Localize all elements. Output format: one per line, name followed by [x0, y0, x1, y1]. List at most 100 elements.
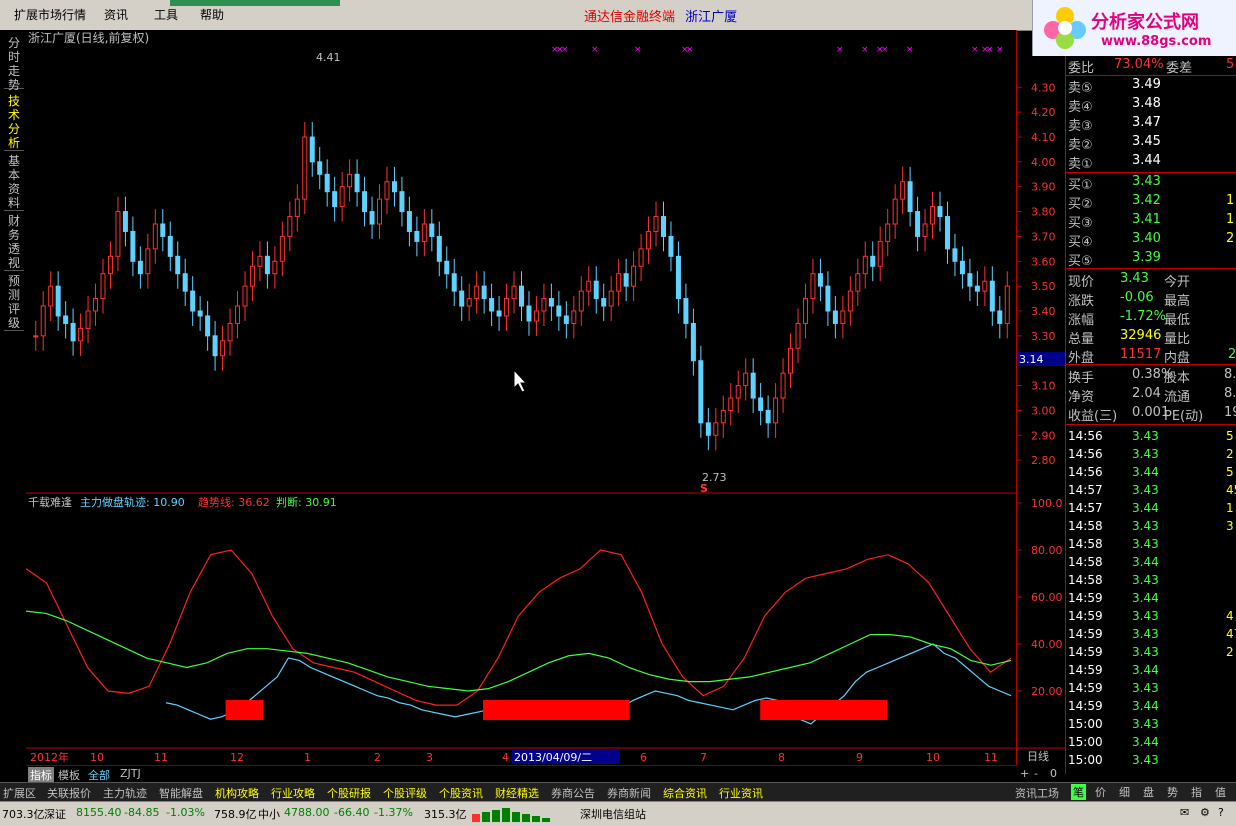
- stat-value: 3.43: [1120, 271, 1149, 286]
- quote-row: 买⑤ 3.39: [1066, 249, 1236, 269]
- right-bottom-tab[interactable]: 值: [1215, 784, 1226, 800]
- candle-body: [137, 260, 143, 275]
- candle-body: [735, 385, 741, 399]
- period-label[interactable]: 日线: [1027, 749, 1049, 763]
- candle-body: [937, 206, 943, 218]
- status-server: 深圳电信组站: [580, 808, 646, 821]
- mail-icon[interactable]: ✉: [1180, 806, 1189, 819]
- tick-volume: 3: [1226, 519, 1234, 533]
- candle-body: [257, 255, 263, 267]
- candle-body: [601, 298, 607, 307]
- tab-all[interactable]: 全部: [88, 767, 110, 783]
- menu-news[interactable]: 资讯: [104, 6, 128, 23]
- price-tick: 3.60: [1031, 255, 1056, 268]
- settings-icon[interactable]: ⚙: [1200, 806, 1210, 819]
- right-bottom-tab[interactable]: 盘: [1143, 784, 1154, 800]
- category-tab[interactable]: 个股研报: [324, 785, 374, 801]
- category-tab[interactable]: 行业资讯: [716, 785, 766, 801]
- right-bottom-tab[interactable]: 价: [1095, 784, 1106, 800]
- tick-time: 14:59: [1068, 609, 1103, 623]
- candle-body: [391, 181, 397, 193]
- tick-time: 14:59: [1068, 645, 1103, 659]
- current-price-tag: 3.14: [1019, 353, 1044, 366]
- candle-body: [773, 397, 779, 424]
- status-sz-index: 8155.40: [76, 806, 122, 819]
- info-workshop[interactable]: 资讯工场: [1012, 785, 1062, 801]
- menu-tools[interactable]: 工具: [154, 6, 178, 23]
- tab-financials[interactable]: 财务透视: [4, 214, 24, 271]
- category-tab[interactable]: 个股评级: [380, 785, 430, 801]
- category-tab[interactable]: 财经精选: [492, 785, 542, 801]
- candle-body: [616, 273, 622, 292]
- stat-label2: 最高: [1164, 294, 1191, 309]
- stat2-value2: 8.7: [1224, 386, 1236, 401]
- tick-row: 14:56 3.43 2: [1066, 446, 1236, 464]
- right-bottom-tab[interactable]: 笔: [1071, 784, 1086, 800]
- buy-price: 3.43: [1132, 174, 1161, 189]
- quote-row: 卖③ 3.47: [1066, 114, 1236, 134]
- candle-body: [533, 310, 539, 322]
- right-bottom-tab[interactable]: 势: [1167, 784, 1178, 800]
- candle-body: [93, 298, 99, 312]
- stat-value2: 21: [1228, 347, 1236, 362]
- candle-body: [997, 310, 1003, 324]
- candle-body: [586, 280, 592, 292]
- candle-body: [332, 191, 338, 208]
- quote-row: 总量 32946 量比: [1066, 327, 1236, 347]
- candle-body: [48, 285, 54, 307]
- chart-svg[interactable]: ××× × × ×× × × ×× × × ×× × 浙江广厦(日线,前复权) 4.41 2.73 …: [25, 30, 1016, 765]
- category-tab[interactable]: 行业攻略: [268, 785, 318, 801]
- right-bottom-tab[interactable]: 指: [1191, 784, 1202, 800]
- buy-price: 3.42: [1132, 193, 1161, 208]
- tab-technical[interactable]: 技术分析: [4, 94, 24, 151]
- candle-body: [399, 191, 405, 213]
- category-tab[interactable]: 机构攻略: [212, 785, 262, 801]
- quote-row: 涨幅 -1.72% 最低: [1066, 308, 1236, 328]
- tick-price: 3.43: [1132, 573, 1159, 587]
- date-label: 11: [154, 751, 168, 764]
- tick-time: 14:56: [1068, 465, 1103, 479]
- tab-fundamentals[interactable]: 基本资料: [4, 154, 24, 211]
- axis-svg: 4.30 4.20 4.10 4.00 3.90 3.80 3.70 3.60 3.50 3.40…: [1017, 81, 1065, 763]
- category-tab[interactable]: 个股资讯: [436, 785, 486, 801]
- tab-rating[interactable]: 预测评级: [4, 274, 24, 331]
- stat2-label2: 流通: [1164, 390, 1191, 405]
- category-tab[interactable]: 扩展区: [0, 785, 39, 801]
- marker-x: ×: [986, 45, 994, 55]
- marker-x: ×: [836, 45, 844, 55]
- tick-price: 3.43: [1132, 447, 1159, 461]
- quote-row: 现价 3.43 今开: [1066, 270, 1236, 290]
- menu-market[interactable]: 扩展市场行情: [14, 6, 86, 23]
- tab-template[interactable]: 模板: [58, 767, 80, 783]
- candle-body: [309, 136, 315, 163]
- help-icon[interactable]: ?: [1218, 806, 1224, 819]
- candle-body: [152, 223, 158, 250]
- tick-volume: 47: [1226, 627, 1236, 641]
- price-tick: 3.40: [1031, 305, 1056, 318]
- category-tab[interactable]: 综合资讯: [660, 785, 710, 801]
- category-tab[interactable]: 券商公告: [548, 785, 598, 801]
- candle-body: [877, 240, 883, 267]
- tab-intraday[interactable]: 分时走势: [4, 36, 24, 92]
- candle-body: [205, 315, 211, 337]
- minus-icon[interactable]: -: [1034, 767, 1038, 780]
- indicator-tick: 60.00: [1031, 591, 1063, 604]
- status-sz-pct: -1.03%: [166, 806, 205, 819]
- menu-help[interactable]: 帮助: [200, 6, 224, 23]
- right-bottom-tab[interactable]: 细: [1119, 784, 1130, 800]
- category-tab[interactable]: 智能解盘: [156, 785, 206, 801]
- zero-icon[interactable]: 0: [1050, 767, 1057, 780]
- category-tab[interactable]: 关联报价: [44, 785, 94, 801]
- marker-x: ×: [861, 45, 869, 55]
- date-label: 6: [640, 751, 647, 764]
- candle-body: [70, 322, 76, 342]
- tick-time: 15:00: [1068, 735, 1103, 749]
- tab-indicator[interactable]: 指标: [28, 767, 54, 783]
- stat-label: 涨跌: [1068, 294, 1095, 309]
- chart-area[interactable]: × × × × × × × × × × × × × × × × 浙江广厦(日线,前复权) 4.41 2.73 …: [25, 30, 1016, 765]
- tab-zjtj[interactable]: ZJTJ: [120, 767, 141, 780]
- category-tab[interactable]: 券商新闻: [604, 785, 654, 801]
- category-tab[interactable]: 主力轨迹: [100, 785, 150, 801]
- logo-title: 分析家公式网: [1091, 12, 1199, 33]
- plus-icon[interactable]: +: [1020, 767, 1029, 780]
